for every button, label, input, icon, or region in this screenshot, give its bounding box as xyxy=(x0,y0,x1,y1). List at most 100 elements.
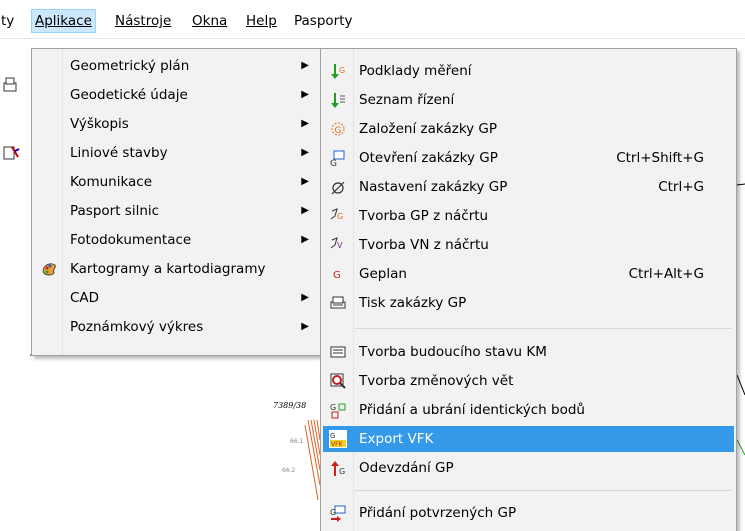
menu-item-label: Geplan xyxy=(359,266,407,282)
menu-item-label: Tvorba změnových vět xyxy=(359,373,514,389)
svg-text:G: G xyxy=(335,126,342,136)
menu-okna[interactable]: Okna xyxy=(189,10,230,32)
palette-icon xyxy=(42,263,56,276)
list-icon xyxy=(331,93,345,108)
add-confirmed-icon: G xyxy=(330,505,346,522)
submit-gp-icon: G xyxy=(331,461,345,476)
submenu-arrow-icon: ▶ xyxy=(301,147,309,158)
submenu-arrow-icon: ▶ xyxy=(301,205,309,216)
svg-text:G: G xyxy=(333,270,341,281)
menu-item-vyskopis[interactable]: Výškopis ▶ xyxy=(34,111,319,137)
survey-data-icon: G xyxy=(331,64,345,79)
settings-order-icon xyxy=(331,181,345,195)
menu-item-pasport-silnic[interactable]: Pasport silnic ▶ xyxy=(34,198,319,224)
menu-item-komunikace[interactable]: Komunikace ▶ xyxy=(34,169,319,195)
menu-item-zalozeni-zakazky[interactable]: G Založení zakázky GP xyxy=(323,116,734,142)
menu-aplikace[interactable]: Aplikace xyxy=(31,9,96,33)
menu-item-odevzdani-gp[interactable]: G Odevzdání GP xyxy=(323,455,734,481)
menu-item-label: Založení zakázky GP xyxy=(359,121,498,137)
submenu-arrow-icon: ▶ xyxy=(301,89,309,100)
submenu-arrow-icon: ▶ xyxy=(301,176,309,187)
menu-item-label: Tisk zakázky GP xyxy=(359,295,467,311)
menu-item-label: Otevření zakázky GP xyxy=(359,150,498,166)
menu-item-poznamkovy-vykres[interactable]: Poznámkový výkres ▶ xyxy=(34,314,319,340)
menu-item-fotodokumentace[interactable]: Fotodokumentace ▶ xyxy=(34,227,319,253)
menu-item-export-vfk[interactable]: G VFK Export VFK xyxy=(323,426,734,452)
menu-item-label: Liniové stavby xyxy=(70,145,168,161)
print-tool-icon[interactable] xyxy=(2,75,24,97)
menu-item-label: Pasport silnic xyxy=(70,203,160,219)
menu-item-geometricky-plan[interactable]: Geometrický plán ▶ xyxy=(34,53,319,79)
change-records-icon xyxy=(330,373,346,389)
svg-text:G: G xyxy=(339,66,345,75)
aplikace-menu: Geometrický plán ▶ Geodetické údaje ▶ Vý… xyxy=(31,48,322,356)
shortcut-label: Ctrl+Alt+G xyxy=(628,266,704,282)
menu-nastroje-label: Nástroje xyxy=(115,13,172,29)
svg-text:66.1: 66.1 xyxy=(290,438,304,445)
menu-item-pridani-potvrzenych[interactable]: G Přidání potvrzených GP xyxy=(323,500,734,526)
submenu-arrow-icon: ▶ xyxy=(301,292,309,303)
menu-item-label: Tvorba GP z náčrtu xyxy=(359,208,489,224)
vn-from-sketch-icon: V xyxy=(330,237,343,250)
menu-nastroje[interactable]: Nástroje xyxy=(112,10,174,32)
menu-item-label: Podklady měření xyxy=(359,63,472,79)
menu-item-liniove-stavby[interactable]: Liniové stavby ▶ xyxy=(34,140,319,166)
menu-item-geodeticke-udaje[interactable]: Geodetické údaje ▶ xyxy=(34,82,319,108)
svg-text:VFK: VFK xyxy=(331,441,344,448)
menu-separator xyxy=(355,490,732,491)
menu-item-tisk-zakazky[interactable]: Tisk zakázky GP xyxy=(323,290,734,316)
open-order-icon: G xyxy=(330,150,345,167)
menu-item-otevreni-zakazky[interactable]: G Otevření zakázky GP Ctrl+Shift+G xyxy=(323,145,734,171)
svg-text:66.2: 66.2 xyxy=(282,467,296,474)
menu-item-label: Seznam řízení xyxy=(359,92,455,108)
menu-item-label: CAD xyxy=(70,290,100,306)
menu-item-cad[interactable]: CAD ▶ xyxy=(34,285,319,311)
menu-help-label: Help xyxy=(246,13,277,29)
menu-item-seznam-rizeni[interactable]: Seznam řízení xyxy=(323,87,734,113)
print-icon xyxy=(330,296,346,309)
gp-submenu: G Podklady měření Seznam řízení G Založe… xyxy=(320,48,737,531)
menu-item-label: Fotodokumentace xyxy=(70,232,192,248)
export-vfk-icon: G VFK xyxy=(329,430,347,448)
menu-item-label: Přidání potvrzených GP xyxy=(359,505,517,521)
svg-text:G: G xyxy=(330,403,336,412)
menu-item-label: Výškopis xyxy=(70,116,129,132)
menu-item-label: Tvorba budoucího stavu KM xyxy=(359,344,547,360)
menu-item-label: Geodetické údaje xyxy=(70,87,188,103)
parcel-number-label: 7389/38 xyxy=(273,401,307,410)
menu-item-identicke-body[interactable]: G Přidání a ubrání identických bodů xyxy=(323,397,734,423)
edit-tool-icon[interactable] xyxy=(2,143,24,165)
menu-item-podklady-mereni[interactable]: G Podklady měření xyxy=(323,58,734,84)
submenu-arrow-icon: ▶ xyxy=(301,118,309,129)
menu-item-label: Komunikace xyxy=(70,174,153,190)
future-state-icon xyxy=(330,346,346,358)
svg-text:V: V xyxy=(337,241,343,250)
menu-item-label: Geometrický plán xyxy=(70,58,190,74)
menu-item-kartogramy[interactable]: Kartogramy a kartodiagramy xyxy=(34,256,319,282)
menu-aplikace-label: Aplikace xyxy=(35,13,92,29)
menu-help[interactable]: Help xyxy=(243,10,280,32)
new-order-icon: G xyxy=(331,122,345,136)
menu-pasporty-partial[interactable]: ty xyxy=(0,10,17,32)
geplan-icon: G xyxy=(333,270,341,281)
menu-item-label: Tvorba VN z náčrtu xyxy=(359,237,489,253)
menu-item-tvorba-budouciho-stavu[interactable]: Tvorba budoucího stavu KM xyxy=(323,339,734,365)
menu-item-label: Poznámkový výkres xyxy=(70,319,204,335)
submenu-arrow-icon: ▶ xyxy=(301,234,309,245)
menu-item-tvorba-zmenovych-vet[interactable]: Tvorba změnových vět xyxy=(323,368,734,394)
menu-item-label: Přidání a ubrání identických bodů xyxy=(359,402,585,418)
menu-item-label: Nastavení zakázky GP xyxy=(359,179,508,195)
menu-item-tvorba-gp-z-nacrtu[interactable]: G Tvorba GP z náčrtu xyxy=(323,203,734,229)
submenu-arrow-icon: ▶ xyxy=(301,321,309,332)
toolbar-strip xyxy=(0,39,30,530)
gp-from-sketch-icon: G xyxy=(330,208,343,221)
menu-item-nastaveni-zakazky[interactable]: Nastavení zakázky GP Ctrl+G xyxy=(323,174,734,200)
menu-bar: ty Aplikace Nástroje Okna Help Pasporty xyxy=(0,0,745,39)
shortcut-label: Ctrl+G xyxy=(658,179,704,195)
menu-pasporty[interactable]: Pasporty xyxy=(291,10,356,32)
menu-separator xyxy=(355,328,732,329)
identical-points-icon: G xyxy=(330,403,346,419)
menu-item-tvorba-vn-z-nacrtu[interactable]: V Tvorba VN z náčrtu xyxy=(323,232,734,258)
menu-item-label: Export VFK xyxy=(359,431,434,447)
menu-item-geplan[interactable]: G Geplan Ctrl+Alt+G xyxy=(323,261,734,287)
